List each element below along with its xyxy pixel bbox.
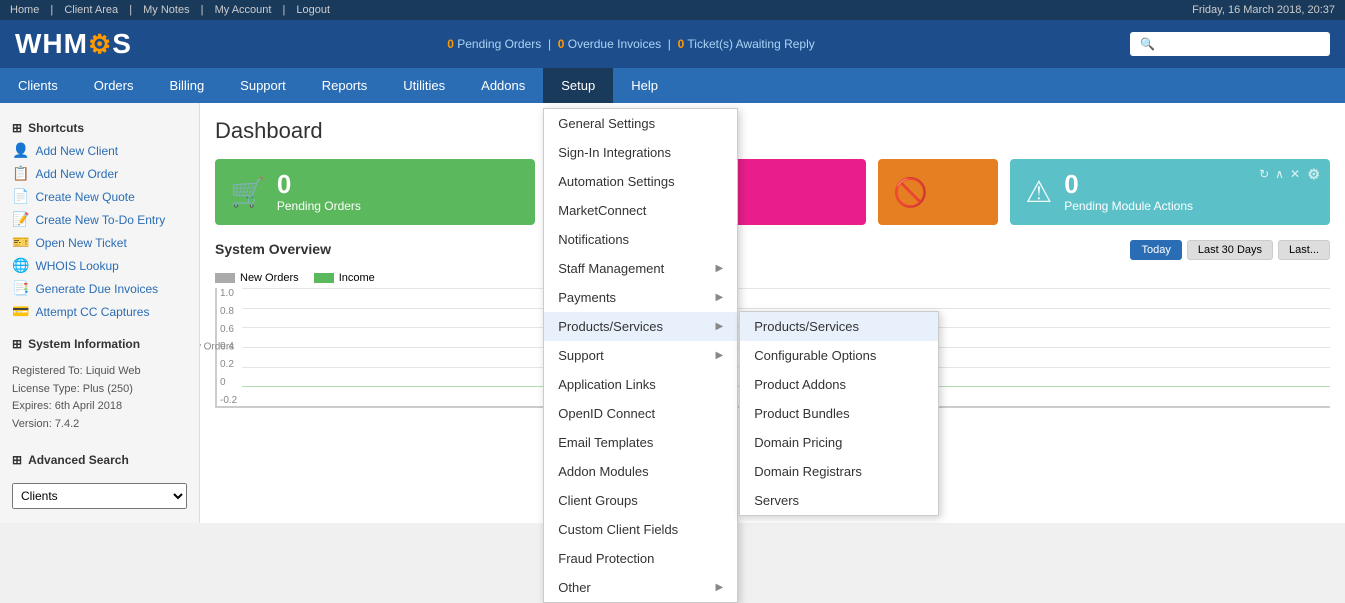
stat-cards: 🛒 0 Pending Orders 💬 0 Tickets Waiting 🚫… [215,159,1330,225]
shortcuts-title: ⊞ Shortcuts [0,113,199,139]
nav-setup[interactable]: Setup General Settings Sign-In Integrati… [543,68,613,103]
attempt-cc-captures-link[interactable]: 💳 Attempt CC Captures [0,300,199,323]
chart-legend: New Orders Income [215,272,1330,284]
nav-help[interactable]: Help [613,68,676,103]
overdue-invoices-count: 0 [558,37,565,51]
header-notifications: 0 Pending Orders | 0 Overdue Invoices | … [152,37,1110,51]
submenu-domain-pricing[interactable]: Domain Pricing [740,428,938,457]
pending-module-label: Pending Module Actions [1064,199,1193,213]
home-link[interactable]: Home [10,4,53,16]
top-bar-links: Home Client Area My Notes My Account Log… [10,4,338,16]
pending-orders-label: Pending Orders [277,199,361,213]
advanced-search: Clients [0,471,199,517]
menu-marketconnect[interactable]: MarketConnect [544,196,737,225]
pending-orders-value: 0 [277,171,361,197]
my-account-link[interactable]: My Account [215,4,286,16]
system-info-icon: ⊞ [12,337,22,351]
create-new-quote-link[interactable]: 📄 Create New Quote [0,185,199,208]
submenu-product-bundles[interactable]: Product Bundles [740,399,938,428]
whois-lookup-link[interactable]: 🌐 WHOIS Lookup [0,254,199,277]
menu-email-templates[interactable]: Email Templates [544,428,737,457]
submenu-products-services[interactable]: Products/Services [740,312,938,341]
system-overview-title: System Overview [215,241,331,257]
cart-icon: 🛒 [230,176,265,209]
top-bar: Home Client Area My Notes My Account Log… [0,0,1345,20]
shortcuts-icon: ⊞ [12,121,22,135]
nav-reports[interactable]: Reports [304,68,386,103]
menu-staff-management[interactable]: Staff Management ▶ [544,254,737,283]
sidebar: ⊞ Shortcuts 👤 Add New Client 📋 Add New O… [0,103,200,523]
tab-today[interactable]: Today [1130,240,1181,260]
income-swatch [314,273,334,283]
ban-icon: 🚫 [893,176,928,209]
tickets-awaiting-count: 0 [678,37,685,51]
gear-settings-icon[interactable]: ⚙ [1307,167,1320,181]
search-input[interactable] [1130,32,1330,56]
system-info-title: ⊞ System Information [0,329,199,355]
menu-addon-modules[interactable]: Addon Modules [544,457,737,486]
warning-icon: ⚠ [1025,175,1052,210]
page-title: Dashboard [215,118,1330,144]
menu-application-links[interactable]: Application Links [544,370,737,399]
nav-billing[interactable]: Billing [151,68,222,103]
create-new-todo-link[interactable]: 📝 Create New To-Do Entry [0,208,199,231]
datetime: Friday, 16 March 2018, 20:37 [1192,4,1335,16]
logo: WHM⚙S [15,28,132,60]
logout-link[interactable]: Logout [296,4,338,16]
pending-orders-count: 0 [447,37,454,51]
orange-card: 🚫 [878,159,998,225]
tab-last-30-days[interactable]: Last 30 Days [1187,240,1273,260]
menu-openid-connect[interactable]: OpenID Connect [544,399,737,428]
income-legend-label: Income [339,272,375,284]
tab-last-period[interactable]: Last... [1278,240,1330,260]
advanced-search-title: ⊞ Advanced Search [0,445,199,471]
chart-tabs: Today Last 30 Days Last... [1130,240,1330,260]
open-new-ticket-link[interactable]: 🎫 Open New Ticket [0,231,199,254]
menu-products-services[interactable]: Products/Services ▶ Products/Services Co… [544,312,737,341]
menu-payments[interactable]: Payments ▶ [544,283,737,312]
my-notes-link[interactable]: My Notes [143,4,203,16]
submenu-product-addons[interactable]: Product Addons [740,370,938,399]
nav-utilities[interactable]: Utilities [385,68,463,103]
main-nav: Clients Orders Billing Support Reports U… [0,68,1345,103]
menu-general-settings[interactable]: General Settings [544,109,737,138]
system-info: Registered To: Liquid Web License Type: … [0,355,199,441]
menu-signin-integrations[interactable]: Sign-In Integrations [544,138,737,167]
nav-orders[interactable]: Orders [76,68,152,103]
menu-custom-client-fields[interactable]: Custom Client Fields [544,515,737,544]
pending-module-card: ⚙ ⚠ 0 Pending Module Actions ↻ ∧ ✕ [1010,159,1330,225]
pending-module-value: 0 [1064,171,1193,197]
menu-automation-settings[interactable]: Automation Settings [544,167,737,196]
refresh-icon[interactable]: ↻ [1259,167,1269,181]
header: WHM⚙S 0 Pending Orders | 0 Overdue Invoi… [0,20,1345,68]
advanced-search-icon: ⊞ [12,453,22,467]
setup-dropdown: General Settings Sign-In Integrations Au… [543,108,738,603]
nav-addons[interactable]: Addons [463,68,543,103]
menu-fraud-protection[interactable]: Fraud Protection [544,544,737,573]
nav-support[interactable]: Support [222,68,304,103]
client-area-link[interactable]: Client Area [64,4,132,16]
submenu-servers[interactable]: Servers [740,486,938,515]
new-orders-swatch [215,273,235,283]
submenu-configurable-options[interactable]: Configurable Options [740,341,938,370]
nav-clients[interactable]: Clients [0,68,76,103]
pending-orders-card: 🛒 0 Pending Orders [215,159,535,225]
new-orders-legend-label: New Orders [240,272,299,284]
close-icon[interactable]: ✕ [1290,167,1300,181]
menu-client-groups[interactable]: Client Groups [544,486,737,515]
add-new-order-link[interactable]: 📋 Add New Order [0,162,199,185]
submenu-domain-registrars[interactable]: Domain Registrars [740,457,938,486]
search-type-select[interactable]: Clients [12,483,187,509]
products-submenu: Products/Services Configurable Options P… [739,311,939,516]
chevron-up-icon[interactable]: ∧ [1275,167,1284,181]
menu-other[interactable]: Other ▶ [544,573,737,602]
menu-notifications[interactable]: Notifications [544,225,737,254]
logo-gear: ⚙ [88,29,112,60]
menu-support[interactable]: Support ▶ [544,341,737,370]
generate-due-invoices-link[interactable]: 📑 Generate Due Invoices [0,277,199,300]
x-axis-label: New Orders [200,342,234,353]
add-new-client-link[interactable]: 👤 Add New Client [0,139,199,162]
